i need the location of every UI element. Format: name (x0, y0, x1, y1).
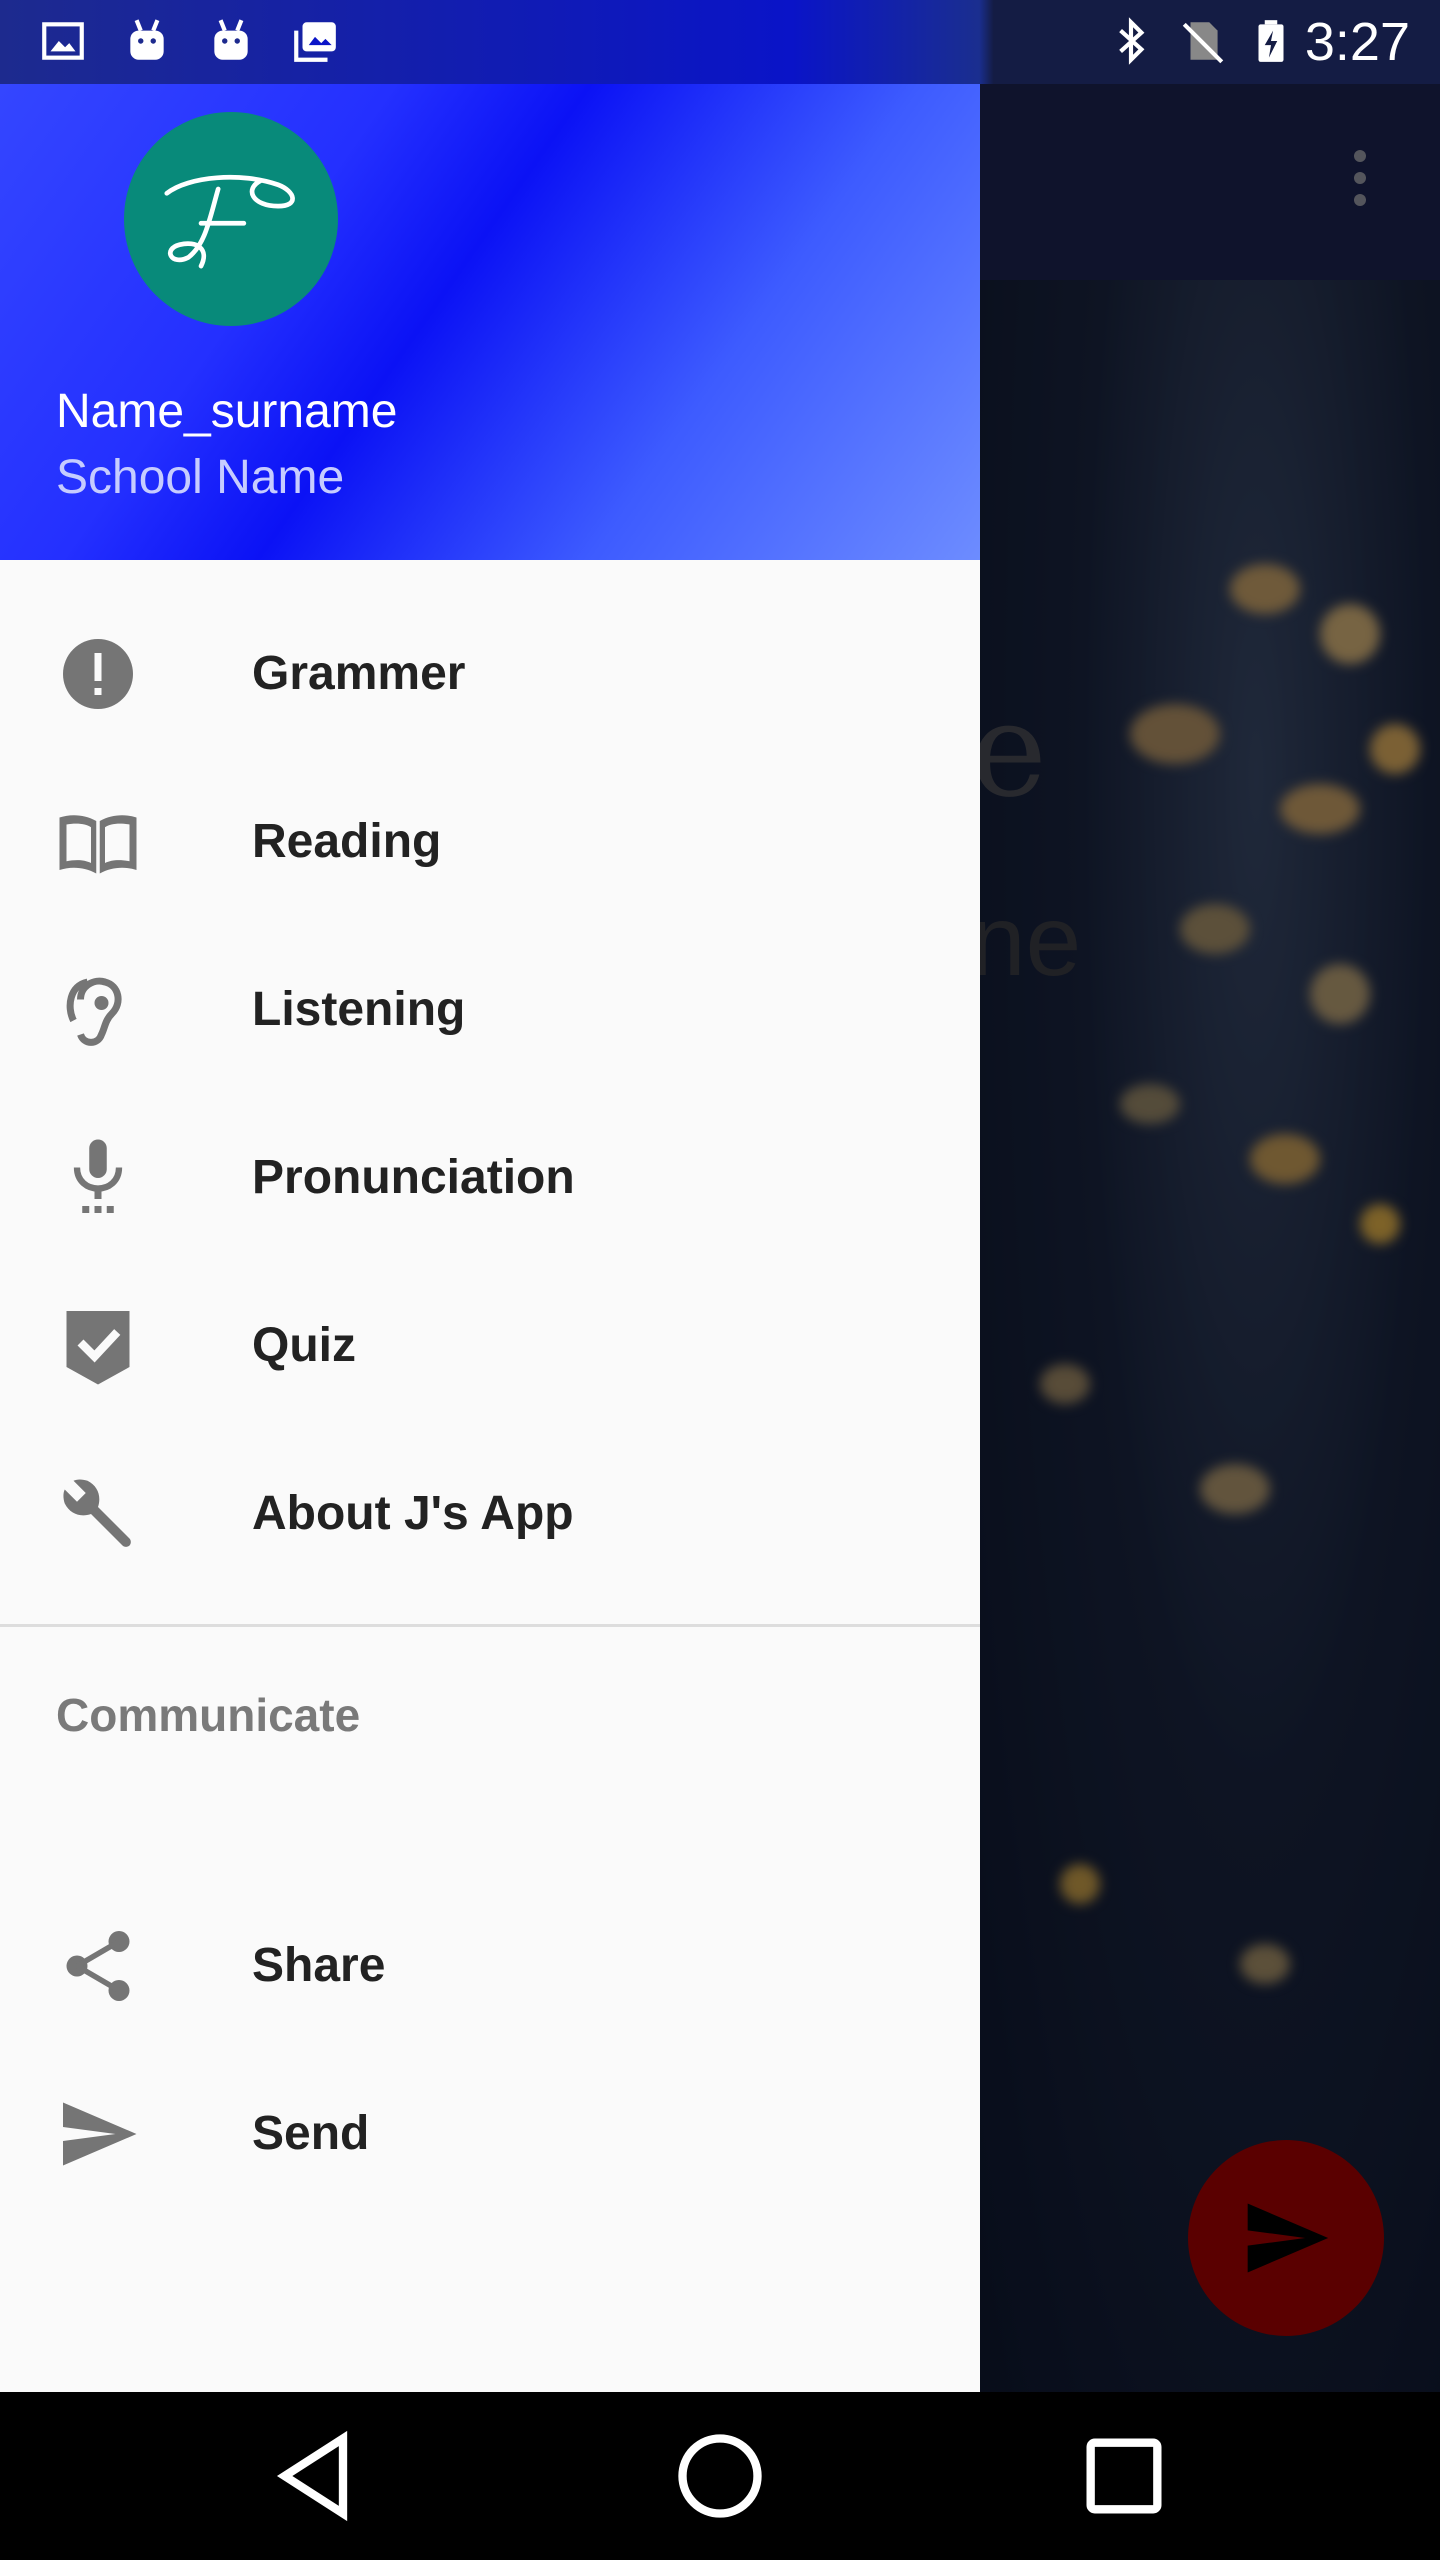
microphone-icon (73, 1139, 123, 1213)
send-fab[interactable] (1188, 2140, 1384, 2336)
check-shield-icon (66, 1311, 130, 1385)
hearing-icon (66, 977, 122, 1046)
nav-item-label: Share (252, 1939, 386, 1992)
drawer-header: Name_surname School Name (0, 84, 980, 560)
nav-item-about[interactable]: About J's App (0, 1428, 980, 1596)
drawer-scrim[interactable] (980, 84, 1440, 2392)
nav-item-grammer[interactable]: Grammer (0, 588, 980, 756)
home-icon[interactable] (670, 2426, 770, 2526)
bluetooth-icon (1119, 17, 1145, 65)
nav-item-listening[interactable]: Listening (0, 924, 980, 1092)
clock: 3:27 (1304, 12, 1410, 72)
nav-item-pronunciation[interactable]: Pronunciation (0, 1092, 980, 1260)
nav-item-label: Quiz (252, 1319, 356, 1372)
photo-library-icon (294, 22, 336, 62)
battery-charging-icon (1258, 20, 1284, 62)
android-icon (130, 19, 164, 60)
nav-item-label: Send (252, 2107, 370, 2160)
share-icon (66, 1931, 130, 2001)
nav-item-label: About J's App (252, 1487, 574, 1540)
send-icon (1247, 2203, 1329, 2273)
nav-item-label: Grammer (252, 647, 466, 700)
navigation-bar (0, 2392, 1440, 2560)
android-icon (214, 19, 248, 60)
section-title-communicate: Communicate (56, 1689, 361, 1741)
user-name: Name_surname (56, 385, 398, 438)
nav-item-quiz[interactable]: Quiz (0, 1260, 980, 1428)
back-icon[interactable] (268, 2426, 368, 2526)
no-sim-icon (1182, 22, 1224, 64)
nav-item-label: Pronunciation (252, 1151, 575, 1204)
script-f-logo (164, 174, 295, 269)
nav-item-reading[interactable]: Reading (0, 756, 980, 924)
image-icon (42, 22, 84, 60)
school-name: School Name (56, 451, 345, 504)
wrench-icon (63, 1479, 131, 1547)
book-icon (59, 815, 137, 874)
recents-icon[interactable] (1074, 2426, 1174, 2526)
navigation-drawer: Name_surname School Name Grammer Reading… (0, 84, 980, 2392)
background-app: e ne (980, 84, 1440, 2392)
send-icon (63, 2102, 137, 2166)
divider (0, 1624, 980, 1627)
nav-item-send[interactable]: Send (0, 2048, 980, 2216)
nav-item-label: Reading (252, 815, 442, 868)
status-bar: 3:27 (0, 0, 1440, 84)
nav-item-share[interactable]: Share (0, 1880, 980, 2048)
nav-item-label: Listening (252, 983, 466, 1036)
avatar[interactable] (124, 112, 338, 326)
exclamation-icon (63, 639, 133, 709)
